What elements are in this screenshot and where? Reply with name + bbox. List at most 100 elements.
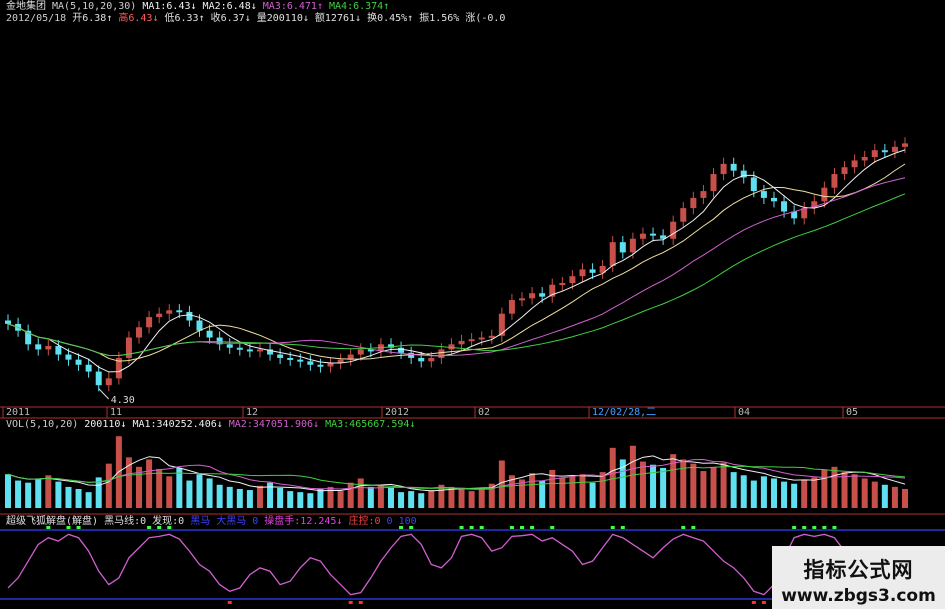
- volume-bar: [15, 480, 22, 508]
- candle-body: [579, 269, 586, 277]
- candle-body: [458, 340, 465, 345]
- volume-bar: [196, 474, 203, 508]
- volume-bar: [337, 491, 344, 508]
- candle-body: [619, 242, 626, 253]
- candle-body: [75, 359, 82, 365]
- candle-body: [287, 357, 294, 360]
- candle-body: [35, 344, 42, 350]
- signal-dot-high: [520, 526, 525, 529]
- volume-bar: [589, 482, 596, 508]
- signal-dot-high: [167, 526, 172, 529]
- volume-bar: [105, 463, 112, 508]
- volume-bar: [539, 480, 546, 508]
- candle-body: [730, 163, 737, 171]
- candle-body: [710, 174, 717, 192]
- candle-body: [438, 349, 445, 358]
- volume-bar: [25, 482, 32, 508]
- candle-body: [750, 177, 757, 192]
- candle-body: [45, 346, 52, 350]
- candle-body: [398, 347, 405, 353]
- volume-bar: [387, 487, 394, 508]
- candle-body: [891, 146, 898, 152]
- ma10-line: [7, 163, 906, 362]
- volume-bar: [277, 487, 284, 508]
- signal-dot-high: [691, 526, 696, 529]
- candle-body: [881, 150, 888, 153]
- candle-body: [297, 359, 304, 362]
- candle-body: [670, 221, 677, 239]
- volume-bar: [256, 485, 263, 508]
- candle-body: [5, 320, 11, 324]
- signal-dot-high: [157, 526, 162, 529]
- volume-bar: [760, 476, 767, 508]
- volume-bar: [206, 478, 213, 508]
- volume-bar: [559, 477, 566, 508]
- signal-dot-high: [812, 526, 817, 529]
- stock-chart[interactable]: 4.30 2011 11 12 2012 02 12/02/28,二 04 05: [0, 0, 945, 609]
- watermark-title: 指标公式网: [803, 558, 914, 582]
- volume-bar: [498, 460, 505, 508]
- candle-body: [256, 349, 263, 352]
- candle-body: [770, 197, 777, 202]
- volume-bar: [639, 461, 646, 508]
- candle-body: [902, 143, 908, 147]
- volume-bar: [871, 481, 878, 508]
- candle-body: [700, 191, 707, 198]
- signal-dot-low: [761, 601, 766, 604]
- candle-body: [690, 197, 697, 209]
- signal-dot-low: [751, 601, 756, 604]
- signal-dot-high: [459, 526, 464, 529]
- candle-body: [680, 208, 687, 222]
- candle-body: [821, 187, 828, 202]
- volume-bar: [428, 490, 435, 508]
- date-label: 02: [478, 407, 490, 418]
- signal-dot-high: [681, 526, 686, 529]
- volume-bar: [821, 470, 828, 508]
- volume-bar: [287, 491, 294, 508]
- candle-body: [156, 313, 163, 318]
- volume-bar: [408, 491, 415, 508]
- volume-bar: [569, 476, 576, 508]
- volume-bar: [45, 475, 52, 508]
- volume-bar: [851, 474, 858, 508]
- candle-body: [650, 233, 657, 236]
- candle-body: [609, 242, 616, 266]
- date-label: 04: [738, 407, 750, 418]
- candle-body: [146, 317, 153, 328]
- candle-body: [841, 167, 848, 175]
- candle-body: [226, 344, 233, 348]
- candle-body: [831, 174, 838, 188]
- volume-bar: [226, 486, 233, 508]
- volume-bar: [841, 472, 848, 508]
- candle-body: [639, 233, 646, 239]
- low-pointer: [98, 388, 110, 400]
- volume-bar: [166, 476, 173, 508]
- signal-dot-high: [620, 526, 625, 529]
- signal-dot-high: [399, 526, 404, 529]
- candle-body: [186, 311, 193, 321]
- date-label: 12/02/28,二: [592, 407, 656, 418]
- volume-bar: [781, 481, 788, 508]
- candle-body: [307, 361, 314, 365]
- volume-bar: [367, 486, 374, 508]
- signal-dot-high: [832, 526, 837, 529]
- candle-body: [851, 160, 858, 168]
- volume-bar: [246, 490, 253, 508]
- candle-body: [55, 346, 62, 355]
- signal-dot-high: [147, 526, 152, 529]
- signal-dot-high: [530, 526, 535, 529]
- candle-body: [327, 363, 334, 367]
- volume-bar: [146, 459, 153, 508]
- candle-body: [206, 330, 213, 338]
- volume-bar: [609, 447, 616, 508]
- candle-body: [781, 201, 788, 212]
- volume-bar: [629, 445, 636, 508]
- candle-body: [589, 269, 596, 273]
- volume-bar: [831, 466, 838, 508]
- volume-bar: [710, 466, 717, 508]
- signal-dot-low: [227, 601, 232, 604]
- volume-bar: [680, 459, 687, 508]
- volume-bar: [297, 492, 304, 508]
- ma5-line: [7, 149, 906, 373]
- candle-body: [357, 349, 364, 355]
